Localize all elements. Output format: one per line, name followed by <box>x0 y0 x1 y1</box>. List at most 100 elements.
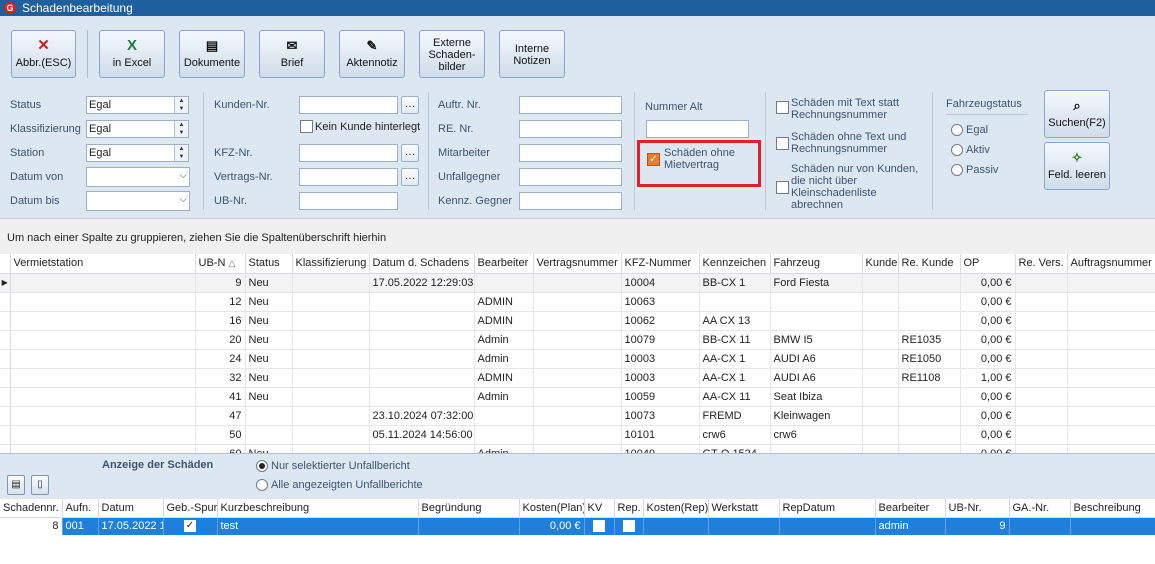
documents-button[interactable]: ▤ Dokumente <box>179 30 245 78</box>
row-indicator[interactable] <box>0 349 11 369</box>
table-cell[interactable]: 0,00 € <box>960 425 1016 445</box>
table-cell[interactable]: 10049 <box>621 444 700 453</box>
row-indicator[interactable] <box>0 406 11 426</box>
table-cell[interactable]: Neu <box>245 273 293 293</box>
table-cell[interactable]: 0,00 € <box>960 273 1016 293</box>
col-header-fahrzeug[interactable]: Fahrzeug <box>770 254 863 274</box>
col-header-klassifizierung[interactable]: Klassifizierung <box>292 254 370 274</box>
detail-col-bearbeiter[interactable]: Bearbeiter <box>875 499 946 518</box>
table-cell[interactable]: 05.11.2024 14:56:00 <box>369 425 475 445</box>
table-cell[interactable]: 10059 <box>621 387 700 407</box>
table-cell[interactable] <box>862 292 899 312</box>
table-cell[interactable]: 9 <box>195 273 246 293</box>
table-cell[interactable] <box>533 311 622 331</box>
table-row[interactable]: 60Neu Admin 10049GT-O 1524 0,00 € <box>0 444 1155 453</box>
table-cell[interactable]: RE1035 <box>898 330 961 350</box>
table-cell[interactable]: Admin <box>474 330 534 350</box>
table-cell[interactable]: 0,00 € <box>960 292 1016 312</box>
detail-col-datum[interactable]: Datum <box>98 499 164 518</box>
table-cell[interactable] <box>10 330 196 350</box>
table-cell[interactable]: Neu <box>245 444 293 453</box>
table-cell[interactable]: 17.05.2022 12:29:03 <box>369 273 475 293</box>
table-cell[interactable] <box>898 311 961 331</box>
table-cell[interactable] <box>10 406 196 426</box>
employee-input[interactable] <box>519 144 622 162</box>
order-no-input[interactable] <box>519 96 622 114</box>
col-header-auftragsnummer[interactable]: Auftragsnummer <box>1067 254 1155 274</box>
table-cell[interactable] <box>474 406 534 426</box>
col-header-kfz-nummer[interactable]: KFZ-Nummer <box>621 254 700 274</box>
table-cell[interactable] <box>898 387 961 407</box>
table-cell[interactable] <box>1015 406 1068 426</box>
old-number-input[interactable] <box>646 120 749 138</box>
ub-no-input[interactable] <box>299 192 398 210</box>
row-indicator[interactable] <box>0 444 11 453</box>
spin-arrows-icon[interactable]: ▲ ▼ <box>174 145 188 161</box>
table-cell[interactable]: 0,00 € <box>960 349 1016 369</box>
detail-cell-repdatum[interactable] <box>779 517 876 535</box>
table-cell[interactable]: 41 <box>195 387 246 407</box>
search-button[interactable]: ⌕ Suchen(F2) <box>1044 90 1110 138</box>
table-cell[interactable]: 10062 <box>621 311 700 331</box>
expand-all-button[interactable]: ▤ <box>7 475 25 495</box>
table-cell[interactable]: Neu <box>245 387 293 407</box>
table-cell[interactable] <box>533 292 622 312</box>
table-cell[interactable] <box>292 425 370 445</box>
table-cell[interactable] <box>862 368 899 388</box>
row-indicator[interactable] <box>0 368 11 388</box>
vehicle-status-aktiv-radio[interactable] <box>951 144 963 156</box>
row-indicator[interactable]: ▶ <box>0 273 11 293</box>
table-cell[interactable]: 0,00 € <box>960 387 1016 407</box>
table-cell[interactable] <box>292 387 370 407</box>
table-cell[interactable] <box>1015 387 1068 407</box>
table-cell[interactable]: Ford Fiesta <box>770 273 863 293</box>
table-row[interactable]: ▶ 9 Neu 17.05.2022 12:29:03 10004 BB-CX 1 Ford… <box>0 273 1155 293</box>
table-cell[interactable] <box>1067 273 1155 293</box>
table-cell[interactable]: 10101 <box>621 425 700 445</box>
table-cell[interactable] <box>1015 330 1068 350</box>
table-cell[interactable]: 0,00 € <box>960 406 1016 426</box>
table-cell[interactable]: AUDI A6 <box>770 349 863 369</box>
detail-col-kurzbeschreibung[interactable]: Kurzbeschreibung <box>217 499 419 518</box>
table-cell[interactable] <box>533 273 622 293</box>
col-header-kennzeichen[interactable]: Kennzeichen <box>699 254 771 274</box>
table-cell[interactable] <box>862 273 899 293</box>
table-cell[interactable]: BB-CX 11 <box>699 330 771 350</box>
table-cell[interactable] <box>10 425 196 445</box>
row-indicator[interactable] <box>0 425 11 445</box>
abort-button[interactable]: ✕ Abbr.(ESC) <box>11 30 76 78</box>
table-cell[interactable] <box>10 444 196 453</box>
vehicle-lookup-button[interactable]: … <box>401 144 419 162</box>
table-cell[interactable]: 0,00 € <box>960 330 1016 350</box>
table-cell[interactable] <box>1015 292 1068 312</box>
table-cell[interactable]: Neu <box>245 349 293 369</box>
collapse-all-button[interactable]: ▯ <box>31 475 49 495</box>
table-cell[interactable]: 0,00 € <box>960 311 1016 331</box>
row-indicator[interactable] <box>0 387 11 407</box>
detail-col-werkstatt[interactable]: Werkstatt <box>708 499 780 518</box>
detail-cell-ub-nr[interactable]: 9 <box>945 517 1010 535</box>
table-cell[interactable]: 0,00 € <box>960 444 1016 453</box>
table-cell[interactable] <box>898 444 961 453</box>
table-cell[interactable] <box>10 368 196 388</box>
detail-col-geb-spur[interactable]: Geb.-Spur <box>163 499 218 518</box>
table-cell[interactable] <box>1067 425 1155 445</box>
table-cell[interactable]: AA CX 13 <box>699 311 771 331</box>
external-damage-images-button[interactable]: Externe Schaden- bilder <box>419 30 485 78</box>
table-cell[interactable]: crw6 <box>699 425 771 445</box>
table-cell[interactable] <box>474 273 534 293</box>
detail-cell-ga-nr[interactable] <box>1009 517 1071 535</box>
table-cell[interactable]: RE1108 <box>898 368 961 388</box>
table-row[interactable]: 16 Neu ADMIN 10062 AA CX 13 0,00 € <box>0 311 1155 331</box>
vehicle-status-egal-radio[interactable] <box>951 124 963 136</box>
table-cell[interactable]: Admin <box>474 444 534 453</box>
table-row[interactable]: 41 Neu Admin 10059 AA-CX 11 Seat Ibiza 0,00 € <box>0 387 1155 407</box>
table-cell[interactable] <box>292 406 370 426</box>
detail-cell-kosten-rep[interactable] <box>643 517 709 535</box>
table-row[interactable]: 50 05.11.2024 14:56:00 10101 crw6 crw6 0,00 € <box>0 425 1155 445</box>
table-cell[interactable] <box>862 330 899 350</box>
table-cell[interactable] <box>1015 311 1068 331</box>
table-cell[interactable]: 10003 <box>621 368 700 388</box>
detail-cell-datum[interactable]: 17.05.2022 1 <box>98 517 164 535</box>
table-cell[interactable]: AA-CX 11 <box>699 387 771 407</box>
